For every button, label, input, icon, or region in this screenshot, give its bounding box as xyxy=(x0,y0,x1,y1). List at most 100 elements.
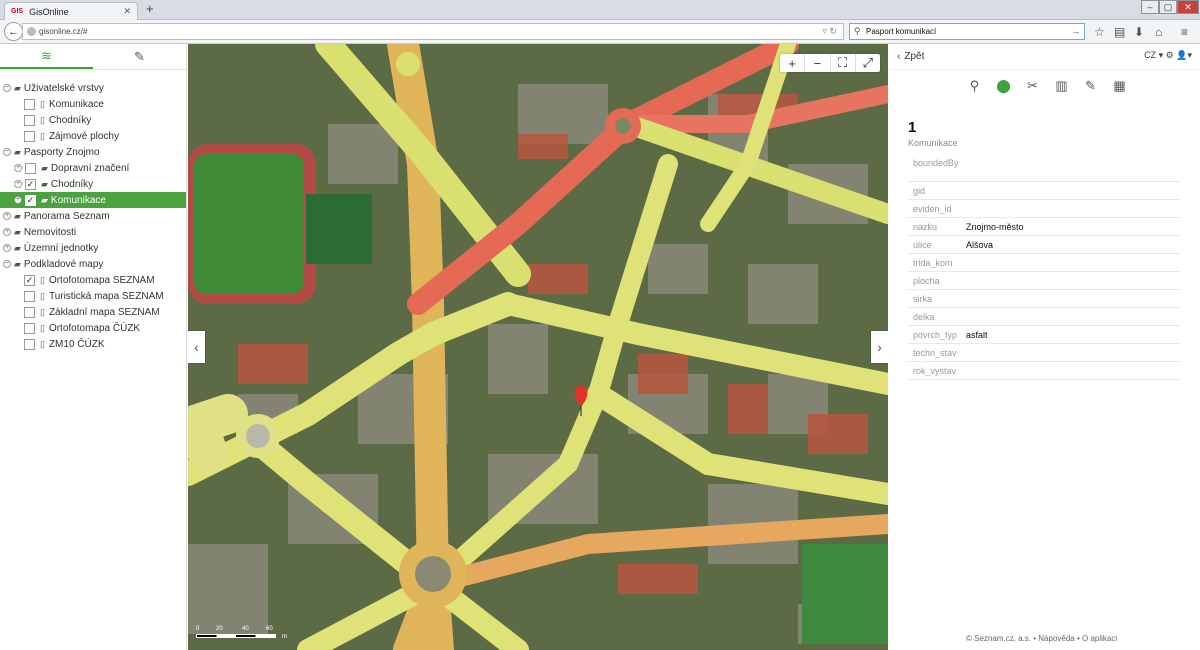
attribute-value: asfalt xyxy=(966,329,988,340)
search-go-icon[interactable]: → xyxy=(1071,26,1080,36)
location-pin-icon[interactable]: ⬤ xyxy=(995,78,1012,94)
reload-icon[interactable]: ▿ ↻ xyxy=(822,26,837,37)
folder-icon: ▰ xyxy=(41,194,48,205)
expand-icon[interactable]: + xyxy=(3,228,11,236)
layer-tree-item[interactable]: − ▰ Uživatelské vrstvy xyxy=(0,80,186,96)
search-bar[interactable]: ⚲ Pasport komunikací → xyxy=(849,23,1085,40)
maximize-icon[interactable]: ▢ xyxy=(1159,0,1177,14)
close-window-icon[interactable]: ✕ xyxy=(1177,0,1199,14)
layer-tree-item[interactable]: − ▰ Pasporty Znojmo xyxy=(0,144,186,160)
layer-tree-item[interactable]: + ✓ ▰ Chodníky xyxy=(0,176,186,192)
layer-tree-item[interactable]: ✓ ▯ Ortofotomapa SEZNAM xyxy=(0,272,186,288)
layer-tree-item[interactable]: ▯ Ortofotomapa ČÚZK xyxy=(0,320,186,336)
layer-checkbox[interactable] xyxy=(24,98,35,110)
search-icon[interactable]: ⚲ xyxy=(966,78,983,94)
layer-tree-item[interactable]: ▯ Turistická mapa SEZNAM xyxy=(0,288,186,304)
url-bar[interactable]: gisonline.cz/# ▿ ↻ xyxy=(22,23,844,40)
expand-icon[interactable]: + xyxy=(14,164,22,172)
attribute-key: trida_kom xyxy=(913,257,953,268)
layer-checkbox[interactable] xyxy=(24,290,35,302)
attribute-key: gid xyxy=(913,185,926,196)
scroll-icon: ✎ xyxy=(134,48,145,64)
attribute-value: Znojmo-město xyxy=(966,221,1024,232)
map-icon[interactable]: ▥ xyxy=(1053,78,1070,94)
layer-checkbox[interactable] xyxy=(24,114,35,126)
layer-tree-item[interactable]: + ✓ ▰ Komunikace xyxy=(0,192,186,208)
layer-checkbox[interactable] xyxy=(24,306,35,318)
layer-tree-item[interactable]: ▯ Základní mapa SEZNAM xyxy=(0,304,186,320)
layer-tree-item[interactable]: + ▰ Územní jednotky xyxy=(0,240,186,256)
minimize-icon[interactable]: – xyxy=(1141,0,1159,14)
orthophoto-map[interactable] xyxy=(188,44,888,650)
measure-icon[interactable]: ✂ xyxy=(1024,78,1041,94)
layer-tree-item[interactable]: + ▰ Nemovitosti xyxy=(0,224,186,240)
layer-tree-item[interactable]: + ▰ Panorama Seznam xyxy=(0,208,186,224)
menu-icon[interactable]: ≡ xyxy=(1181,25,1188,39)
back-button[interactable]: Zpět xyxy=(904,51,924,62)
home-icon[interactable]: ⌂ xyxy=(1155,25,1162,39)
collapse-icon[interactable]: − xyxy=(3,148,11,156)
folder-icon: ▰ xyxy=(14,82,21,93)
gear-icon[interactable]: ⚙ xyxy=(1166,50,1174,60)
layer-tree-item[interactable]: − ▰ Podkladové mapy xyxy=(0,256,186,272)
attribute-key: plocha xyxy=(913,275,940,286)
download-icon[interactable]: ⬇ xyxy=(1134,25,1144,39)
layer-checkbox[interactable] xyxy=(24,322,35,334)
collapse-icon[interactable]: − xyxy=(3,84,11,92)
zoom-in-button[interactable]: + xyxy=(780,54,806,72)
feature-layer-name: Komunikace xyxy=(908,138,958,148)
attribute-key: delka xyxy=(913,311,935,322)
reading-list-icon[interactable]: ▤ xyxy=(1114,25,1125,39)
map-view[interactable]: + − ⛶ ⤢ ‹ › 0 20 40 60 m xyxy=(188,44,888,650)
folder-icon: ▰ xyxy=(14,146,21,157)
folder-icon: ▰ xyxy=(41,178,48,189)
attribute-row: nazku Znojmo-město xyxy=(908,218,1180,236)
expand-icon[interactable]: + xyxy=(14,180,22,188)
folder-icon: ▰ xyxy=(14,258,21,269)
user-icon[interactable]: 👤▾ xyxy=(1176,50,1192,60)
language-select[interactable]: CZ xyxy=(1144,50,1156,60)
layer-checkbox[interactable]: ✓ xyxy=(25,178,36,190)
layer-checkbox[interactable] xyxy=(24,338,35,350)
attribute-row: eviden_id xyxy=(908,200,1180,218)
layer-tree-item[interactable]: ▯ Komunikace xyxy=(0,96,186,112)
close-tab-icon[interactable]: ✕ xyxy=(123,6,131,17)
gis-favicon-icon: GIS xyxy=(11,8,24,15)
fullscreen-button[interactable]: ⛶ xyxy=(831,54,856,72)
expand-icon[interactable]: + xyxy=(3,244,11,252)
back-arrow-icon[interactable]: ← xyxy=(4,22,23,41)
attribute-value: Alšova xyxy=(966,239,994,250)
expand-icon[interactable]: + xyxy=(14,196,22,204)
site-identity-icon[interactable] xyxy=(27,27,36,36)
layer-checkbox[interactable] xyxy=(25,162,36,174)
layer-label: Základní mapa SEZNAM xyxy=(48,306,160,318)
chevron-down-icon[interactable]: ▾ xyxy=(1159,50,1164,60)
url-text: gisonline.cz/# xyxy=(39,27,88,36)
collapse-panel-button[interactable]: › xyxy=(871,331,888,363)
layer-tree-item[interactable]: ▯ Zájmové plochy xyxy=(0,128,186,144)
layer-checkbox[interactable]: ✓ xyxy=(25,194,36,206)
browser-tab[interactable]: GIS GisOnline ✕ xyxy=(4,2,138,20)
collapse-sidebar-button[interactable]: ‹ xyxy=(188,331,205,363)
chevron-left-icon[interactable]: ‹ xyxy=(897,51,900,62)
layer-checkbox[interactable] xyxy=(24,130,35,142)
zoom-out-button[interactable]: − xyxy=(805,54,831,72)
expand-icon[interactable]: + xyxy=(3,212,11,220)
layer-tree-item[interactable]: ▯ ZM10 ČÚZK xyxy=(0,336,186,352)
layer-tree-item[interactable]: + ▰ Dopravní značení xyxy=(0,160,186,176)
layer-label: Nemovitosti xyxy=(23,226,77,238)
bookmark-star-icon[interactable]: ☆ xyxy=(1094,25,1105,39)
file-icon: ▯ xyxy=(40,274,45,285)
tab-layers[interactable]: ≋ xyxy=(0,44,93,69)
collapse-icon[interactable]: − xyxy=(3,260,11,268)
pencil-icon[interactable]: ✎ xyxy=(1082,78,1099,94)
attribute-key: sirka xyxy=(913,293,933,304)
fit-extent-button[interactable]: ⤢ xyxy=(856,54,880,72)
tab-legend[interactable]: ✎ xyxy=(93,44,186,69)
print-map-icon[interactable]: ▦ xyxy=(1111,78,1128,94)
layer-tree-item[interactable]: ▯ Chodníky xyxy=(0,112,186,128)
attribute-row: delka xyxy=(908,308,1180,326)
layer-checkbox[interactable]: ✓ xyxy=(24,274,35,286)
new-tab-icon[interactable]: + xyxy=(146,2,154,16)
folder-icon: ▰ xyxy=(14,226,21,237)
